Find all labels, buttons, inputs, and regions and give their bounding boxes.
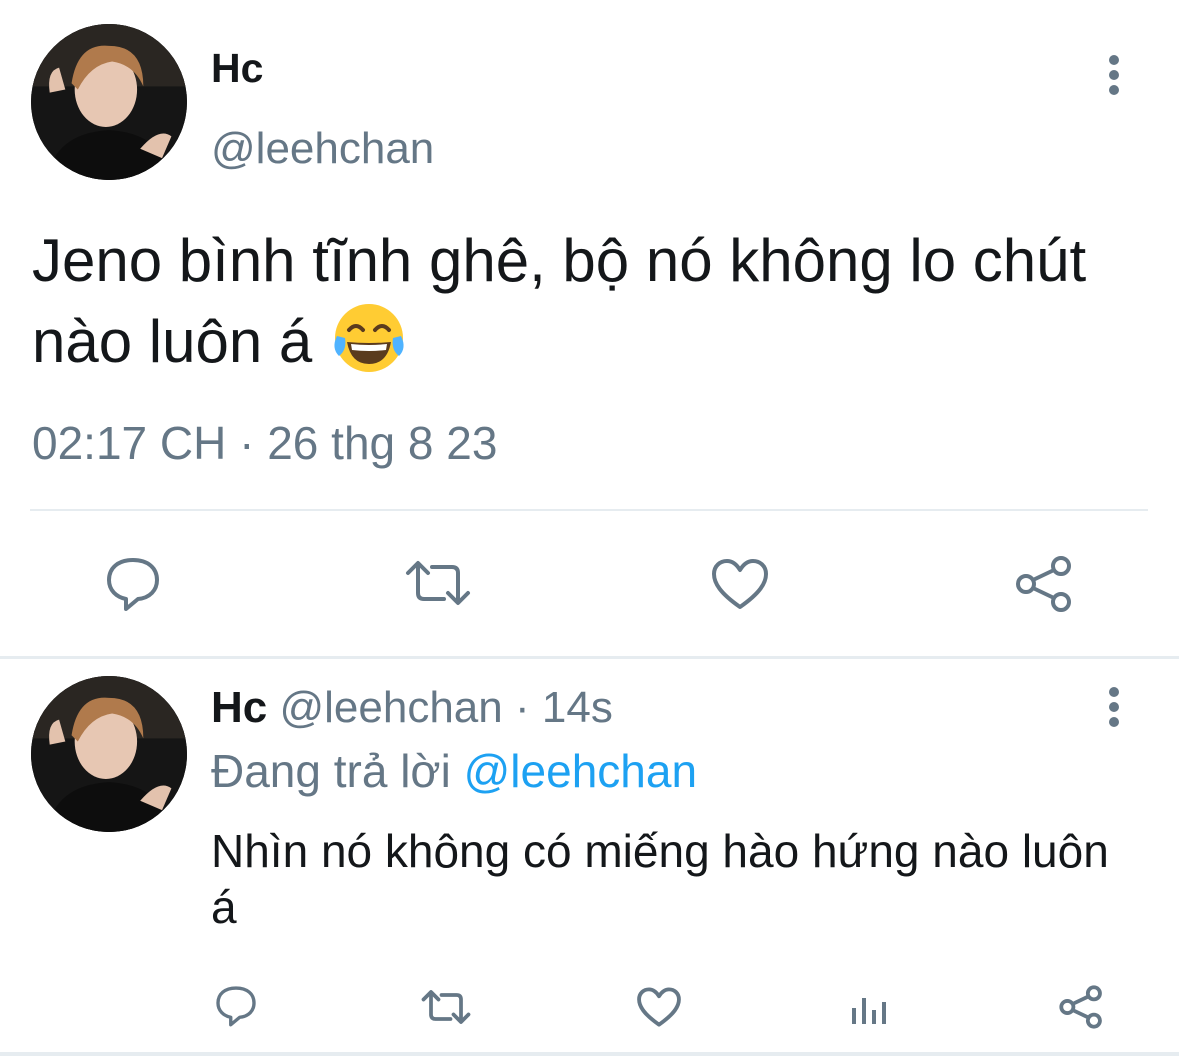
author-name[interactable]: Hc <box>211 44 263 92</box>
avatar[interactable] <box>31 676 187 832</box>
reply-icon[interactable] <box>104 556 162 612</box>
like-icon[interactable] <box>636 986 682 1028</box>
tweet-text: Jeno bình tĩnh ghê, bộ nó không lo chút … <box>32 224 1142 379</box>
avatar-photo <box>31 676 187 832</box>
replying-to-mention[interactable]: @leehchan <box>464 745 697 797</box>
more-options-icon[interactable] <box>1099 684 1129 730</box>
tweet-timestamp[interactable]: 02:17 CH · 26 thg 8 23 <box>32 416 497 470</box>
replying-to: Đang trả lời @leehchan <box>211 744 697 798</box>
share-icon[interactable] <box>1058 985 1104 1029</box>
author-handle[interactable]: @leehchan <box>211 124 434 174</box>
face-with-tears-of-joy-icon <box>329 298 409 378</box>
replying-to-label: Đang trả lời <box>211 745 451 797</box>
tweet-text-content: Jeno bình tĩnh ghê, bộ nó không lo chút … <box>32 227 1087 375</box>
retweet-icon[interactable] <box>404 559 472 607</box>
reply-icon[interactable] <box>214 985 258 1027</box>
avatar[interactable] <box>31 24 187 180</box>
analytics-icon[interactable] <box>850 990 890 1026</box>
tweet-text: Nhìn nó không có miếng hào hứng nào luôn… <box>211 825 1109 933</box>
bottom-divider <box>0 1052 1179 1056</box>
more-options-icon[interactable] <box>1099 52 1129 98</box>
avatar-photo <box>31 24 187 180</box>
reply-header: Hc @leehchan · 14s <box>211 682 613 734</box>
like-icon[interactable] <box>710 557 770 611</box>
tweet-age[interactable]: 14s <box>542 683 613 732</box>
share-icon[interactable] <box>1014 555 1074 613</box>
tweet-separator <box>0 656 1179 659</box>
retweet-icon[interactable] <box>420 989 472 1025</box>
separator-dot: · <box>514 683 530 732</box>
author-name[interactable]: Hc <box>211 683 267 732</box>
author-handle[interactable]: @leehchan <box>279 683 502 732</box>
divider <box>30 509 1148 511</box>
